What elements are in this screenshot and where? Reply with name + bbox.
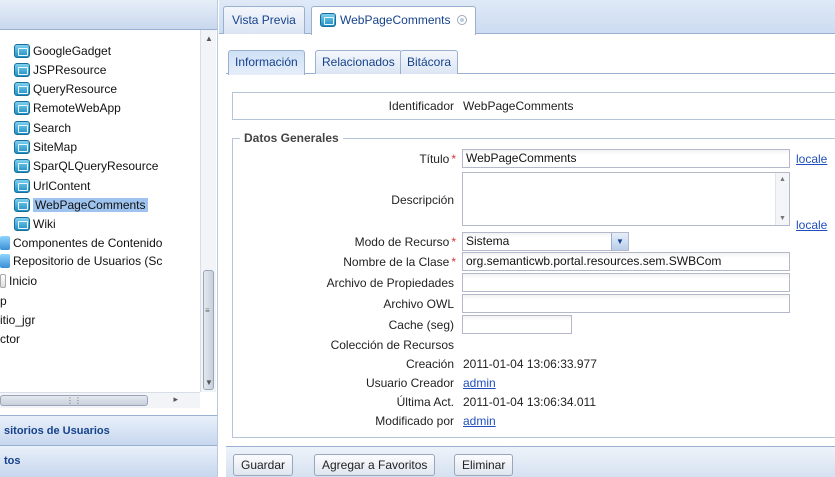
scroll-down-icon[interactable]: ▼ [201,376,217,390]
required-mark: * [451,255,456,269]
mode-label-text: Modo de Recurso [354,235,450,249]
tree-item[interactable]: Inicio [0,272,37,290]
owl-label: Archivo OWL [383,297,454,311]
tree-item[interactable]: SparQLQueryResource [14,157,158,175]
resource-icon [14,179,30,193]
creator-label: Usuario Creador [365,376,454,390]
class-label: Nombre de la Clase * [232,255,456,269]
mode-label: Modo de Recurso * [232,235,456,249]
tree-item[interactable]: UrlContent [14,177,90,195]
class-label-text: Nombre de la Clase [343,255,450,269]
scroll-down-icon[interactable]: ▼ [779,215,786,222]
resource-icon [14,63,30,77]
tree-item[interactable]: GoogleGadget [14,42,111,60]
scroll-up-icon[interactable]: ▲ [201,32,217,46]
add-favorites-button[interactable]: Agregar a Favoritos [314,454,436,476]
props-label: Archivo de Propiedades [326,276,454,290]
scrollbar-thumb[interactable] [203,270,214,390]
tree-item-selected[interactable]: WebPageComments [14,196,148,214]
title-label: Título * [232,152,456,166]
folder-icon [0,254,10,268]
delete-button[interactable]: Eliminar [454,454,514,476]
description-textarea[interactable]: ▲ ▼ [462,172,790,226]
scroll-up-icon[interactable]: ▲ [779,176,786,183]
tree-item[interactable]: Search [14,119,71,137]
accordion-users[interactable]: sitorios de Usuarios [0,415,217,445]
folder-icon [0,236,10,250]
save-button[interactable]: Guardar [233,454,294,476]
mode-select-value: Sistema [466,234,510,248]
tab-webpagecomments[interactable]: WebPageComments [311,6,476,35]
title-input[interactable]: WebPageComments [462,149,790,168]
modifier-label: Modificado por [375,414,454,428]
resource-icon [14,101,30,115]
tab-label: WebPageComments [340,13,451,27]
creator-link[interactable]: admin [463,376,496,390]
resource-icon [14,198,30,212]
cache-label: Cache (seg) [388,318,454,332]
tree-horizontal-scrollbar[interactable]: ⋮⋮ ▸ [0,392,200,408]
scroll-right-icon[interactable]: ▸ [173,394,178,405]
collection-label: Colección de Recursos [330,338,454,352]
top-tab-bar: Vista Previa WebPageComments [219,0,835,35]
required-mark: * [451,235,456,249]
lastact-value: 2011-01-04 13:06:34.011 [463,395,597,409]
resource-icon [14,159,30,173]
tree-vertical-scrollbar[interactable]: ▲ ≡ ▼ [200,30,216,392]
tree-item[interactable]: Wiki [14,215,56,233]
chevron-down-icon[interactable]: ▼ [611,233,628,250]
tab-vista-previa[interactable]: Vista Previa [223,6,305,34]
tab-bitacora[interactable]: Bitácora [400,50,459,74]
tree-item[interactable]: Repositorio de Usuarios (Sc [0,252,162,270]
modifier-link[interactable]: admin [463,414,496,428]
resource-icon [320,13,336,27]
section-title: Datos Generales [240,131,343,145]
textarea-scrollbar[interactable]: ▲ ▼ [775,173,789,225]
scrollbar-thumb[interactable]: ⋮⋮ [0,395,148,406]
tree-item[interactable]: p [0,292,7,310]
identifier-label: Identificador [388,99,454,113]
owl-input[interactable] [462,294,790,313]
resource-tree: GoogleGadget JSPResource QueryResource R… [0,30,205,392]
tree-item[interactable]: JSPResource [14,61,106,79]
required-mark: * [451,152,456,166]
form-toolbar: Guardar Agregar a Favoritos Eliminar [226,446,835,477]
title-locale-link[interactable]: locale [796,152,827,166]
identifier-value: WebPageComments [463,99,574,113]
description-label: Descripción [391,193,454,207]
mode-select[interactable]: Sistema ▼ [462,232,629,251]
tree-item[interactable]: itio_jgr [0,311,35,329]
left-panel-header [0,0,217,30]
cache-input[interactable] [462,315,572,334]
resource-icon [14,140,30,154]
grip-icon: ≡ [205,306,210,315]
description-locale-link[interactable]: locale [796,218,827,232]
tree-item[interactable]: QueryResource [14,80,117,98]
creation-label: Creación [405,357,454,371]
resource-icon [14,217,30,231]
lastact-label: Última Act. [396,395,454,409]
accordion-second[interactable]: tos [0,445,217,477]
tree-item[interactable]: ctor [0,330,20,348]
page-icon [0,274,6,288]
resource-icon [14,44,30,58]
resource-icon [14,121,30,135]
left-navigation-panel: GoogleGadget JSPResource QueryResource R… [0,0,218,477]
tab-relacionados[interactable]: Relacionados [315,50,402,74]
tree-item[interactable]: RemoteWebApp [14,99,121,117]
class-input[interactable]: org.semanticwb.portal.resources.sem.SWBC… [462,252,790,271]
props-input[interactable] [462,273,790,292]
resource-icon [14,82,30,96]
close-icon[interactable] [456,15,467,25]
title-label-text: Título [419,152,450,166]
tree-item[interactable]: Componentes de Contenido [0,234,162,252]
inner-tab-bar: Información Relacionados Bitácora [226,46,835,75]
tree-item[interactable]: SiteMap [14,138,77,156]
tab-informacion[interactable]: Información [228,50,305,75]
creation-value: 2011-01-04 13:06:33.977 [463,357,597,371]
